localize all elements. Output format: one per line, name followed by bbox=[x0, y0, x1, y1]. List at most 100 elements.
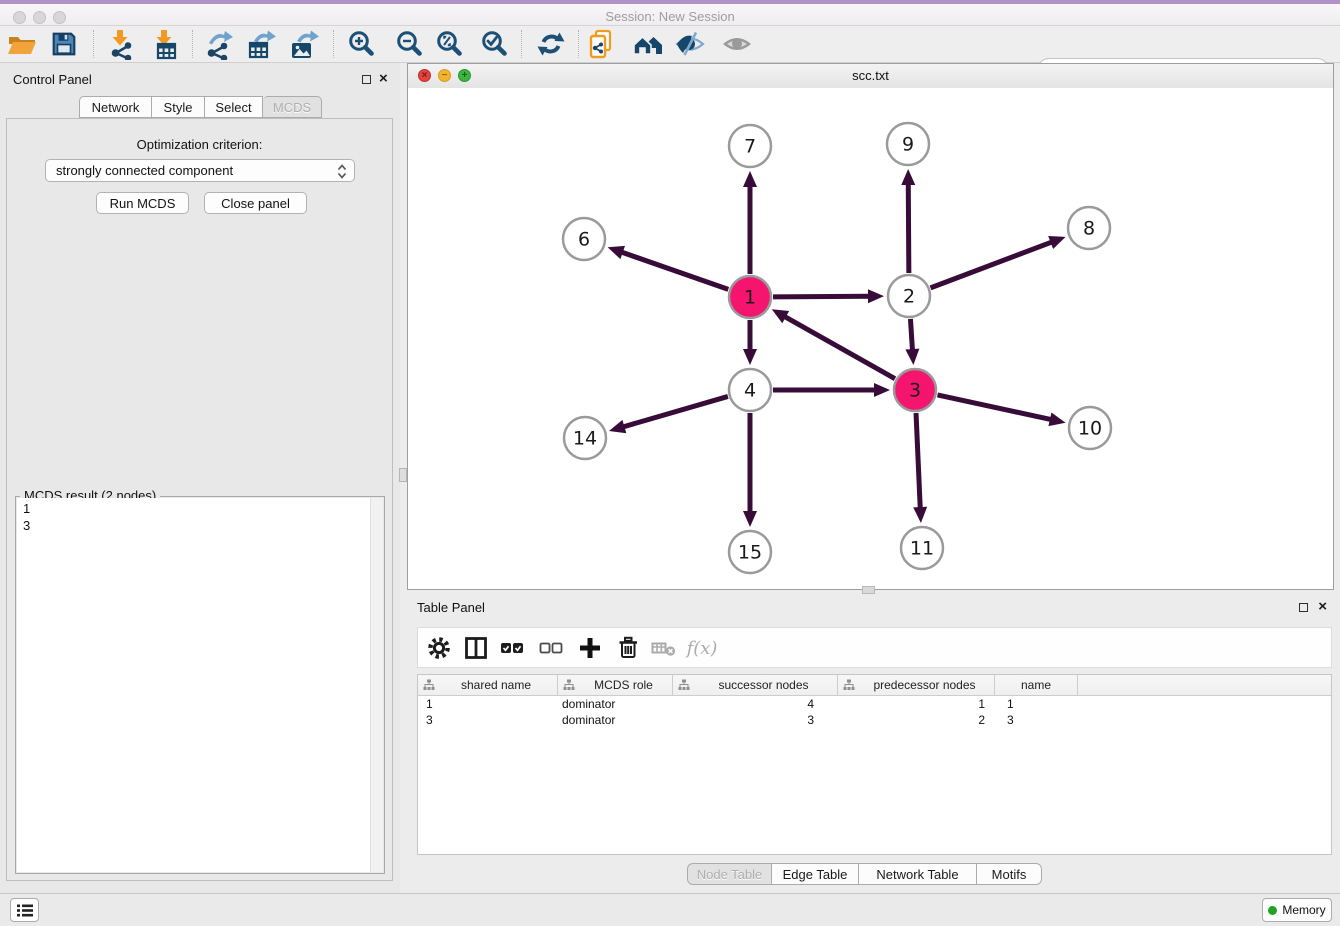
window-title: Session: New Session bbox=[0, 9, 1340, 24]
tree-icon bbox=[563, 679, 575, 691]
zoom-fit-icon bbox=[435, 30, 463, 58]
fx-icon: f(x) bbox=[687, 638, 718, 659]
table-toolbar: f(x) bbox=[417, 627, 1332, 668]
export-network-button[interactable] bbox=[200, 27, 238, 61]
float-panel-icon[interactable] bbox=[362, 75, 371, 84]
close-panel-icon[interactable]: × bbox=[379, 72, 388, 86]
control-panel-tabs: NetworkStyleSelectMCDS bbox=[79, 96, 322, 118]
table-cell: 3 bbox=[673, 713, 838, 727]
import-network-button[interactable] bbox=[103, 27, 141, 61]
column-header-name[interactable]: name bbox=[995, 675, 1078, 695]
table-row[interactable]: 3dominator323 bbox=[418, 712, 1331, 728]
mcds-result-scrollbar[interactable] bbox=[370, 498, 383, 872]
show-columns-button[interactable] bbox=[461, 633, 491, 663]
network-from-selection-button[interactable] bbox=[583, 27, 621, 61]
graph-node-label: 14 bbox=[573, 428, 597, 450]
network-canvas[interactable]: 7968124314101511 bbox=[408, 88, 1333, 589]
graph-edge[interactable] bbox=[773, 296, 871, 297]
graph-edge[interactable] bbox=[910, 319, 912, 352]
graph-edge[interactable] bbox=[931, 241, 1054, 287]
add-column-button[interactable] bbox=[575, 633, 605, 663]
tab-network[interactable]: Network bbox=[79, 96, 152, 118]
memory-button[interactable]: Memory bbox=[1262, 898, 1332, 922]
list-icon bbox=[17, 904, 33, 917]
zoom-fit-button[interactable] bbox=[430, 27, 468, 61]
column-header-predecessor-nodes[interactable]: predecessor nodes bbox=[838, 675, 995, 695]
table-cell: 1 bbox=[418, 697, 558, 711]
graph-edge[interactable] bbox=[621, 396, 727, 427]
graph-node-label: 8 bbox=[1083, 218, 1095, 240]
graph-edge[interactable] bbox=[620, 252, 728, 290]
zoom-out-button[interactable] bbox=[390, 27, 428, 61]
column-header-successor-nodes[interactable]: successor nodes bbox=[673, 675, 838, 695]
unselect-all-button[interactable] bbox=[536, 633, 566, 663]
columns-icon bbox=[462, 634, 490, 662]
export-image-button[interactable] bbox=[285, 27, 323, 61]
close-panel-button[interactable]: Close panel bbox=[204, 192, 307, 214]
horizontal-splitter-grip[interactable] bbox=[862, 586, 875, 594]
tab-node-table[interactable]: Node Table bbox=[687, 863, 772, 885]
mcds-tab-content: Optimization criterion: strongly connect… bbox=[6, 118, 393, 881]
criterion-select-value: strongly connected component bbox=[56, 163, 233, 178]
tab-network-table[interactable]: Network Table bbox=[859, 863, 977, 885]
tab-style[interactable]: Style bbox=[152, 96, 205, 118]
graph-edge-arrowhead bbox=[874, 383, 890, 397]
memory-label: Memory bbox=[1282, 903, 1325, 917]
graph-edge[interactable] bbox=[937, 395, 1052, 420]
birds-eye-icon bbox=[722, 29, 752, 59]
table-cell: 3 bbox=[418, 713, 558, 727]
float-table-panel-icon[interactable] bbox=[1299, 603, 1308, 612]
graphics-details-eye-icon bbox=[675, 29, 705, 59]
column-header-label: shared name bbox=[435, 678, 557, 692]
network-window-titlebar[interactable]: × − + scc.txt bbox=[408, 64, 1333, 89]
control-panel: Control Panel × NetworkStyleSelectMCDS O… bbox=[0, 63, 400, 893]
application-window: Session: New Session bbox=[0, 0, 1340, 926]
table-panel-title: Table Panel bbox=[417, 600, 485, 615]
tab-mcds[interactable]: MCDS bbox=[263, 96, 322, 118]
mcds-result-line: 1 bbox=[23, 500, 371, 517]
column-header-shared-name[interactable]: shared name bbox=[418, 675, 558, 695]
close-table-panel-icon[interactable]: × bbox=[1318, 600, 1327, 614]
table-row[interactable]: 1dominator411 bbox=[418, 696, 1331, 712]
mcds-result-text[interactable]: 13 bbox=[17, 498, 371, 872]
graph-edge[interactable] bbox=[908, 182, 909, 273]
tab-edge-table[interactable]: Edge Table bbox=[772, 863, 859, 885]
table-header-row: shared nameMCDS role successor nodesprede… bbox=[418, 675, 1331, 696]
import-table-button[interactable] bbox=[147, 27, 185, 61]
delete-button[interactable] bbox=[613, 633, 643, 663]
export-table-button[interactable] bbox=[242, 27, 280, 61]
save-session-button[interactable] bbox=[45, 27, 83, 61]
toolbar-separator bbox=[521, 30, 522, 58]
delete-column-icon bbox=[650, 634, 678, 662]
birds-eye-view-button[interactable] bbox=[718, 27, 756, 61]
column-header-label: successor nodes bbox=[690, 678, 837, 692]
zoom-selected-button[interactable] bbox=[475, 27, 513, 61]
refresh-button[interactable] bbox=[532, 27, 570, 61]
graph-edge[interactable] bbox=[916, 413, 920, 510]
zoom-selected-icon bbox=[480, 30, 508, 58]
function-builder-button[interactable]: f(x) bbox=[687, 633, 717, 663]
tab-select[interactable]: Select bbox=[205, 96, 263, 118]
open-session-button[interactable] bbox=[3, 27, 41, 61]
delete-column-button[interactable] bbox=[649, 633, 679, 663]
graph-node-label: 15 bbox=[738, 542, 762, 564]
memory-status-icon bbox=[1268, 906, 1277, 915]
column-header-MCDS-role[interactable]: MCDS role bbox=[558, 675, 673, 695]
first-neighbors-button[interactable] bbox=[629, 27, 667, 61]
zoom-in-button[interactable] bbox=[342, 27, 380, 61]
main-toolbar bbox=[0, 26, 1340, 63]
graph-edge-arrowhead bbox=[913, 507, 927, 523]
task-history-button[interactable] bbox=[10, 898, 39, 922]
graph-edge[interactable] bbox=[783, 316, 895, 379]
graph-edge-arrowhead bbox=[743, 511, 757, 527]
show-graphics-details-button[interactable] bbox=[671, 27, 709, 61]
table-cell: dominator bbox=[558, 713, 673, 727]
select-all-button[interactable] bbox=[497, 633, 527, 663]
tab-motifs[interactable]: Motifs bbox=[977, 863, 1042, 885]
vertical-splitter-grip[interactable] bbox=[399, 468, 407, 482]
run-mcds-button[interactable]: Run MCDS bbox=[96, 192, 189, 214]
criterion-select[interactable]: strongly connected component bbox=[45, 159, 355, 182]
graph-node-label: 11 bbox=[910, 538, 934, 560]
table-settings-button[interactable] bbox=[424, 633, 454, 663]
trash-icon bbox=[614, 634, 642, 662]
